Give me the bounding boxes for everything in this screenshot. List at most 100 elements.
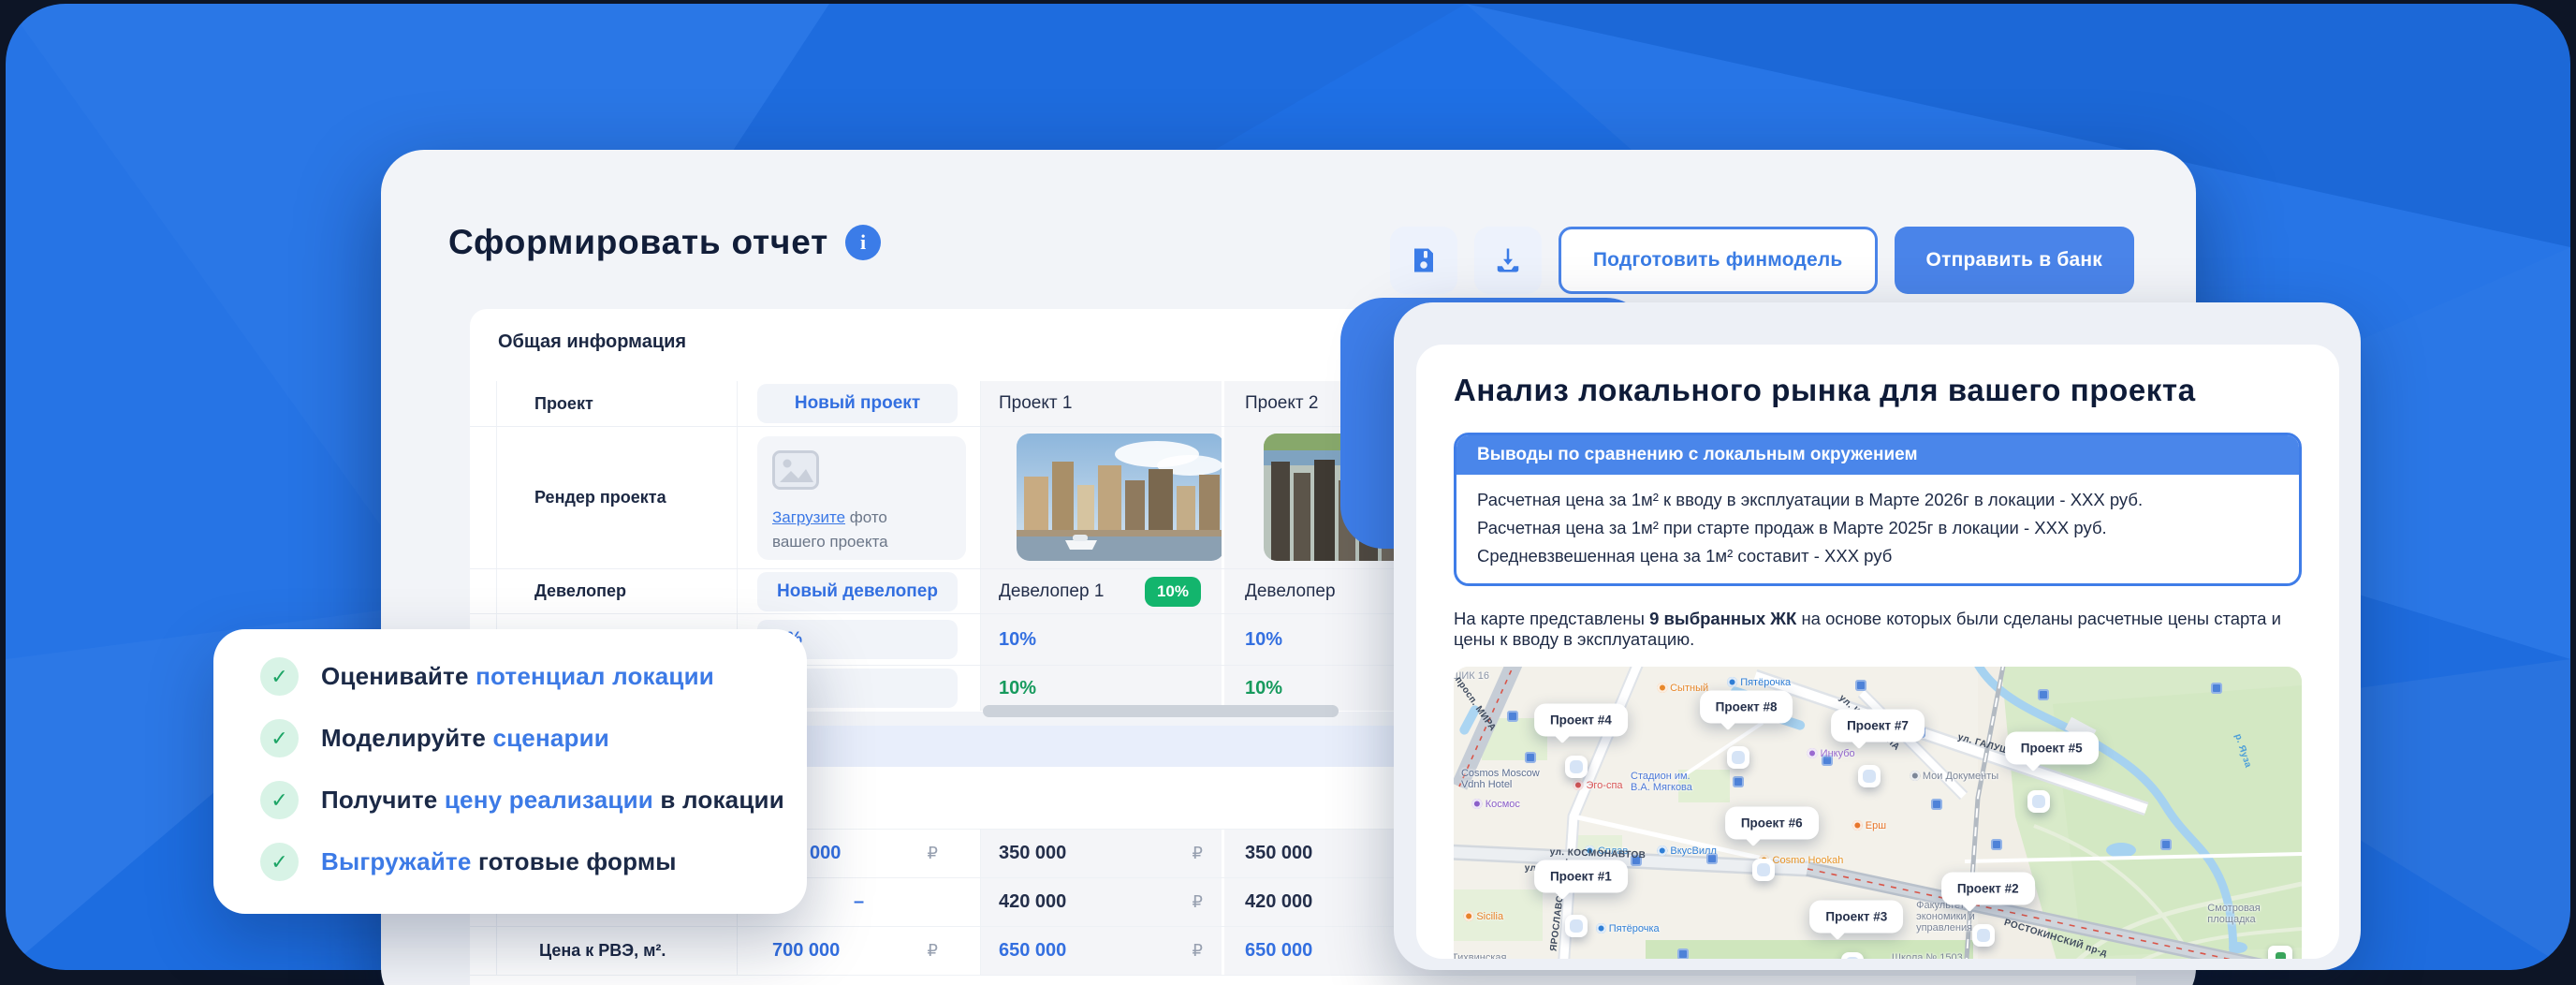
new-project-button[interactable]: Новый проект xyxy=(757,384,958,423)
horizontal-scrollbar[interactable] xyxy=(983,705,1339,717)
conclusions-body: Расчетная цена за 1м² к вводу в эксплуат… xyxy=(1456,475,2299,583)
map-poi-label: Sicilia xyxy=(1463,911,1503,922)
ruble-sign: ₽ xyxy=(1193,892,1203,912)
prepare-finmodel-button[interactable]: Подготовить финмодель xyxy=(1559,227,1878,294)
check-icon: ✓ xyxy=(260,781,299,819)
map-poi-label: Ерш xyxy=(1852,820,1886,831)
percent-value: 10% xyxy=(980,666,1222,711)
checklist-item: ✓ Моделируйте сценарии xyxy=(260,719,807,757)
upload-photo-hint: Загрузите фото вашего проекта xyxy=(772,506,953,554)
conclusion-line: Расчетная цена за 1м² к вводу в эксплуат… xyxy=(1477,486,2278,514)
price-value: 420 000 xyxy=(999,891,1066,913)
benefits-card: ✓ Оценивайте потенциал локации ✓ Моделируйт… xyxy=(213,629,807,914)
price-value[interactable]: 700 000 xyxy=(772,940,840,962)
transit-icon xyxy=(2160,839,2172,850)
price-value: 350 000 xyxy=(1245,843,1312,864)
info-icon[interactable]: i xyxy=(845,225,881,260)
map-pin[interactable]: Проект #2 xyxy=(1941,873,2035,905)
ruble-sign: ₽ xyxy=(928,941,938,961)
map-pin-marker[interactable] xyxy=(1565,756,1588,778)
checklist-item-label: Получите цену реализации в локации xyxy=(321,786,784,815)
download-button[interactable] xyxy=(1474,227,1542,294)
map-poi-label: Школа № 1503, старшая школа xyxy=(1892,952,1966,959)
checklist-item: ✓ Оценивайте потенциал локации xyxy=(260,657,807,696)
checklist-item-label: Оценивайте потенциал локации xyxy=(321,662,714,691)
conclusions-header: Выводы по сравнению с локальным окружени… xyxy=(1456,435,2299,475)
send-to-bank-button[interactable]: Отправить в банк xyxy=(1895,227,2134,294)
row-label-render: Рендер проекта xyxy=(496,427,737,568)
price-value: 420 000 xyxy=(1245,891,1312,913)
map-pin-marker[interactable] xyxy=(1841,952,1864,959)
price-value[interactable]: – xyxy=(854,891,864,913)
map-pin-marker[interactable] xyxy=(1565,915,1588,937)
map-poi-label: Тихвинская церковь xyxy=(1454,952,1506,959)
price-value[interactable]: 000 xyxy=(810,843,841,864)
project1-render-photo xyxy=(1017,434,1224,561)
ruble-sign: ₽ xyxy=(1193,844,1203,863)
transit-icon xyxy=(2211,683,2222,694)
map-pin[interactable]: Проект #3 xyxy=(1809,901,1903,934)
checklist-item-label: Моделируйте сценарии xyxy=(321,724,609,753)
map-pin-marker[interactable] xyxy=(1858,765,1881,787)
percent-value: 10% xyxy=(980,614,1222,665)
map-poi-label: Стадион им. В.А. Мягкова xyxy=(1631,771,1692,793)
toolbar: Подготовить финмодель Отправить в банк xyxy=(1390,227,2134,294)
map-pin[interactable]: Проект #1 xyxy=(1534,860,1628,892)
developer-1-value: Девелопер 1 xyxy=(999,581,1104,602)
download-icon xyxy=(1494,246,1522,274)
map-pin-marker[interactable] xyxy=(2027,790,2050,813)
map[interactable]: ШИК 16ПятёрочкаСытныйИнкубоCosmos Moscow… xyxy=(1454,667,2302,959)
map-poi-label: Пятёрочка xyxy=(1596,923,1660,934)
map-note: На карте представлены 9 выбранных ЖК на … xyxy=(1454,609,2302,650)
map-pin[interactable]: Проект #4 xyxy=(1534,703,1628,736)
ruble-sign: ₽ xyxy=(1193,941,1203,961)
conclusion-line: Средневзвешенная цена за 1м² составит - … xyxy=(1477,542,2278,570)
check-icon: ✓ xyxy=(260,719,299,757)
page-title-text: Сформировать отчет xyxy=(448,223,828,262)
map-poi-label: Космос xyxy=(1472,799,1520,810)
map-poi-label: Мои Документы xyxy=(1910,771,1998,782)
price-row-label: Цена к РВЭ, м². xyxy=(496,927,737,975)
map-pin[interactable]: Проект #5 xyxy=(2005,731,2099,764)
price-value: 650 000 xyxy=(999,940,1066,962)
map-pin-marker[interactable] xyxy=(1752,859,1775,881)
transit-icon xyxy=(2038,689,2049,700)
column-project-1: Проект 1 xyxy=(980,381,1222,426)
conclusion-line: Расчетная цена за 1м² при старте продаж … xyxy=(1477,514,2278,542)
checklist-item: ✓ Получите цену реализации в локации xyxy=(260,781,807,819)
map-poi-label: Смотровая площадка xyxy=(2207,903,2260,925)
page-title: Сформировать отчет i xyxy=(448,223,881,262)
map-pin[interactable]: Проект #8 xyxy=(1700,691,1793,724)
map-pin-marker[interactable] xyxy=(1972,924,1995,947)
ruble-sign: ₽ xyxy=(928,844,938,863)
map-poi-label: Cosmos Moscow Vdnh Hotel xyxy=(1461,768,1540,790)
map-pin-marker[interactable] xyxy=(1727,746,1749,769)
map-pin[interactable]: Проект #7 xyxy=(1831,710,1925,742)
save-icon xyxy=(1410,246,1438,274)
map-poi-label: Инкубо xyxy=(1808,748,1855,759)
map-poi-label: Эго-спа xyxy=(1573,780,1622,791)
map-poi-label: ВкусВилл xyxy=(1657,845,1716,857)
transit-icon xyxy=(1507,711,1518,722)
upload-link[interactable]: Загрузите xyxy=(772,508,845,526)
developer-1-badge: 10% xyxy=(1145,577,1201,607)
new-developer-button[interactable]: Новый девелопер xyxy=(757,572,958,611)
map-poi-label: Сытный xyxy=(1657,683,1708,694)
upload-photo-dropzone[interactable]: Загрузите фото вашего проекта xyxy=(757,436,966,560)
save-button[interactable] xyxy=(1390,227,1457,294)
checklist-item-label: Выгружайте готовые формы xyxy=(321,847,677,876)
row-label-project: Проект xyxy=(496,381,737,426)
price-value: 350 000 xyxy=(999,843,1066,864)
transit-icon xyxy=(1677,948,1689,959)
conclusions-box: Выводы по сравнению с локальным окружени… xyxy=(1454,433,2302,586)
map-poi-label: Пятёрочка xyxy=(1727,677,1791,688)
analysis-title: Анализ локального рынка для вашего проек… xyxy=(1454,373,2302,408)
map-control[interactable] xyxy=(2268,946,2292,959)
map-pin[interactable]: Проект #6 xyxy=(1725,806,1819,839)
landing-screenshot: Сформировать отчет i Подготовить финмоде… xyxy=(0,0,2576,985)
analysis-stack: Анализ локального рынка для вашего проек… xyxy=(1340,298,2361,970)
image-placeholder-icon xyxy=(772,450,819,490)
check-icon: ✓ xyxy=(260,657,299,696)
price-row xyxy=(470,975,2136,985)
price-value: 650 000 xyxy=(1245,940,1312,962)
